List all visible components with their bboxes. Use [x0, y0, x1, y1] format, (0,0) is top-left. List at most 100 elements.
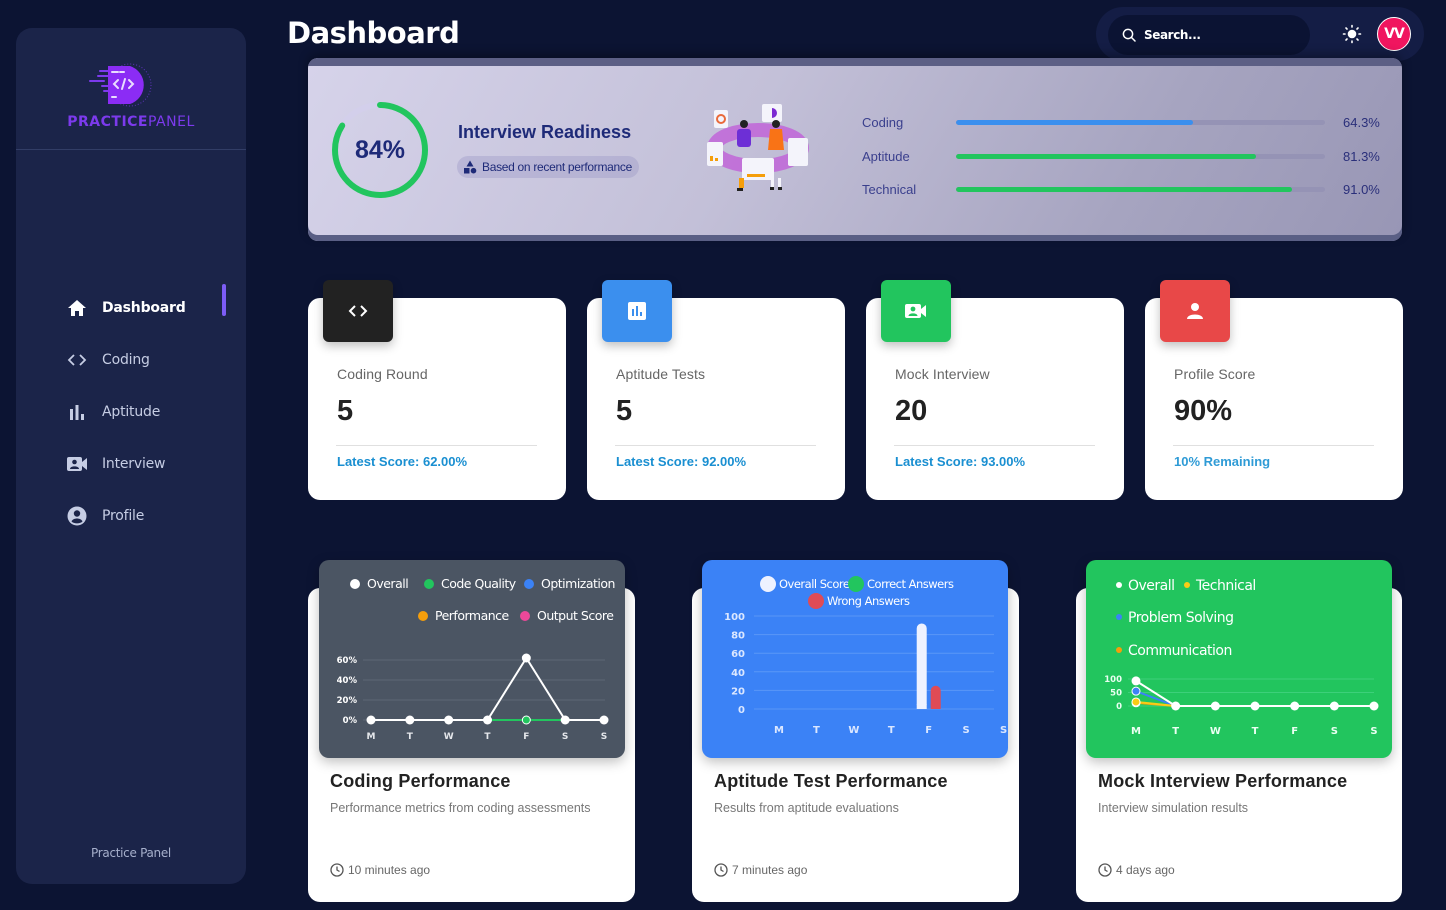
skill-value: 64.3% [1343, 115, 1380, 131]
x-tick-label: T [1172, 726, 1179, 737]
x-tick-label: W [444, 732, 454, 742]
stat-icon-box [602, 280, 672, 342]
stat-footer: Latest Score: 93.00% [895, 454, 1026, 469]
data-point [560, 715, 570, 725]
clock-icon [714, 863, 728, 877]
legend-label: Correct Answers [867, 577, 954, 591]
x-tick-label: S [562, 732, 568, 742]
series-line-overall [371, 656, 604, 721]
skill-progress-bar [956, 153, 1325, 159]
mock-interview-performance-chart: Overall Technical Problem Solving Communica… [1104, 578, 1379, 737]
sidebar-item-label: Profile [102, 508, 145, 524]
chart-title: Mock Interview Performance [1098, 771, 1348, 791]
search-box[interactable] [1108, 15, 1310, 55]
x-tick-label: M [774, 725, 784, 736]
stat-card-coding-round[interactable]: Coding Round 5 Latest Score: 62.00% [308, 280, 566, 500]
skill-name: Technical [862, 182, 917, 198]
bar-chart-icon [628, 302, 646, 320]
skill-name: Coding [862, 115, 904, 131]
stat-footer: 10% Remaining [1174, 454, 1271, 469]
stat-icon-box [881, 280, 951, 342]
stat-label: Aptitude Tests [616, 366, 706, 382]
divider [1173, 445, 1374, 446]
sidebar-item-label: Dashboard [102, 300, 186, 316]
chart-timestamp: 10 minutes ago [330, 863, 430, 877]
x-tick-label: T [888, 725, 895, 736]
chart-card-mock-interview-performance[interactable]: Overall Technical Problem Solving Communica… [1076, 560, 1402, 902]
chart-panel: Overall Code Quality Optimization Performan… [319, 560, 625, 758]
sidebar-item-label: Aptitude [102, 404, 161, 420]
clock-icon [1098, 863, 1112, 877]
sidebar-nav: Dashboard Coding Aptitude Interview Prof… [16, 282, 246, 542]
skill-progress-bar [956, 187, 1325, 193]
chart-subtitle: Results from aptitude evaluations [714, 801, 899, 815]
legend-swatch [1116, 614, 1122, 620]
chart-card-coding-performance[interactable]: Overall Code Quality Optimization Performan… [308, 560, 635, 902]
stat-value: 90% [1174, 395, 1233, 427]
y-tick-label: 100 [724, 612, 745, 623]
stat-card-mock-interview[interactable]: Mock Interview 20 Latest Score: 93.00% [866, 280, 1124, 500]
timestamp-text: 10 minutes ago [348, 863, 431, 877]
logo-mark-icon [89, 63, 152, 107]
y-tick-label: 50 [1110, 689, 1122, 699]
banner-top-edge [308, 58, 1402, 66]
x-tick-label: S [1000, 725, 1007, 736]
skill-row-aptitude: Aptitude 81.3% [862, 140, 1382, 174]
legend-label: Overall [367, 576, 408, 591]
logo[interactable]: PRACTICEPANEL [16, 28, 246, 150]
data-point [1250, 701, 1260, 711]
x-tick-label: S [963, 725, 970, 736]
x-tick-label: W [1210, 726, 1221, 737]
sidebar-item-aptitude[interactable]: Aptitude [16, 386, 246, 438]
y-tick-label: 0 [738, 705, 745, 716]
sidebar-item-coding[interactable]: Coding [16, 334, 246, 386]
legend-swatch [350, 579, 360, 589]
legend-label: Optimization [541, 576, 615, 591]
chart-subtitle: Performance metrics from coding assessme… [330, 801, 591, 815]
legend-label: Overall Score [779, 577, 850, 591]
category-shapes-icon [464, 160, 477, 174]
stat-label: Profile Score [1174, 366, 1256, 382]
skill-name: Aptitude [862, 148, 910, 164]
bar-base [916, 704, 927, 709]
stat-card-profile-score[interactable]: Profile Score 90% 10% Remaining [1145, 280, 1403, 500]
legend-label: Communication [1128, 643, 1232, 659]
legend-swatch [1116, 582, 1122, 588]
legend-swatch [760, 576, 776, 592]
chart-timestamp: 7 minutes ago [714, 863, 807, 877]
aptitude-performance-chart: Overall Score Correct Answers Wrong Answer… [724, 576, 1007, 736]
legend-label: Problem Solving [1128, 610, 1233, 626]
skill-row-coding: Coding 64.3% [862, 106, 1382, 140]
chart-card-aptitude-performance[interactable]: Overall Score Correct Answers Wrong Answer… [692, 560, 1019, 902]
sidebar-item-dashboard[interactable]: Dashboard [16, 282, 246, 334]
y-tick-label: 60% [337, 656, 358, 666]
avatar[interactable]: VV [1377, 17, 1411, 51]
legend-swatch [520, 611, 530, 621]
divider [615, 445, 816, 446]
sidebar-item-label: Interview [102, 456, 166, 472]
bar-overall-score [916, 623, 927, 709]
stat-label: Coding Round [337, 366, 428, 382]
sidebar-item-interview[interactable]: Interview [16, 438, 246, 490]
data-point [1329, 701, 1339, 711]
legend-label: Code Quality [441, 576, 517, 591]
stat-value: 5 [337, 395, 354, 427]
x-tick-label: S [601, 732, 607, 742]
chart-title: Aptitude Test Performance [714, 771, 948, 791]
legend-swatch [1116, 647, 1122, 653]
data-point [1210, 701, 1220, 711]
data-point [1131, 676, 1141, 686]
legend-swatch [424, 579, 434, 589]
x-tick-label: T [407, 732, 414, 742]
legend-swatch [524, 579, 534, 589]
stat-icon-box [1160, 280, 1230, 342]
top-bar: VV [1096, 7, 1424, 61]
skill-progress-bar [956, 120, 1325, 126]
search-input[interactable] [1144, 28, 1294, 42]
sun-icon[interactable] [1342, 24, 1362, 44]
legend-swatch [418, 611, 428, 621]
stat-card-aptitude-tests[interactable]: Aptitude Tests 5 Latest Score: 92.00% [587, 280, 845, 500]
data-point [1171, 701, 1181, 711]
x-tick-label: M [1131, 726, 1141, 737]
sidebar-item-profile[interactable]: Profile [16, 490, 246, 542]
